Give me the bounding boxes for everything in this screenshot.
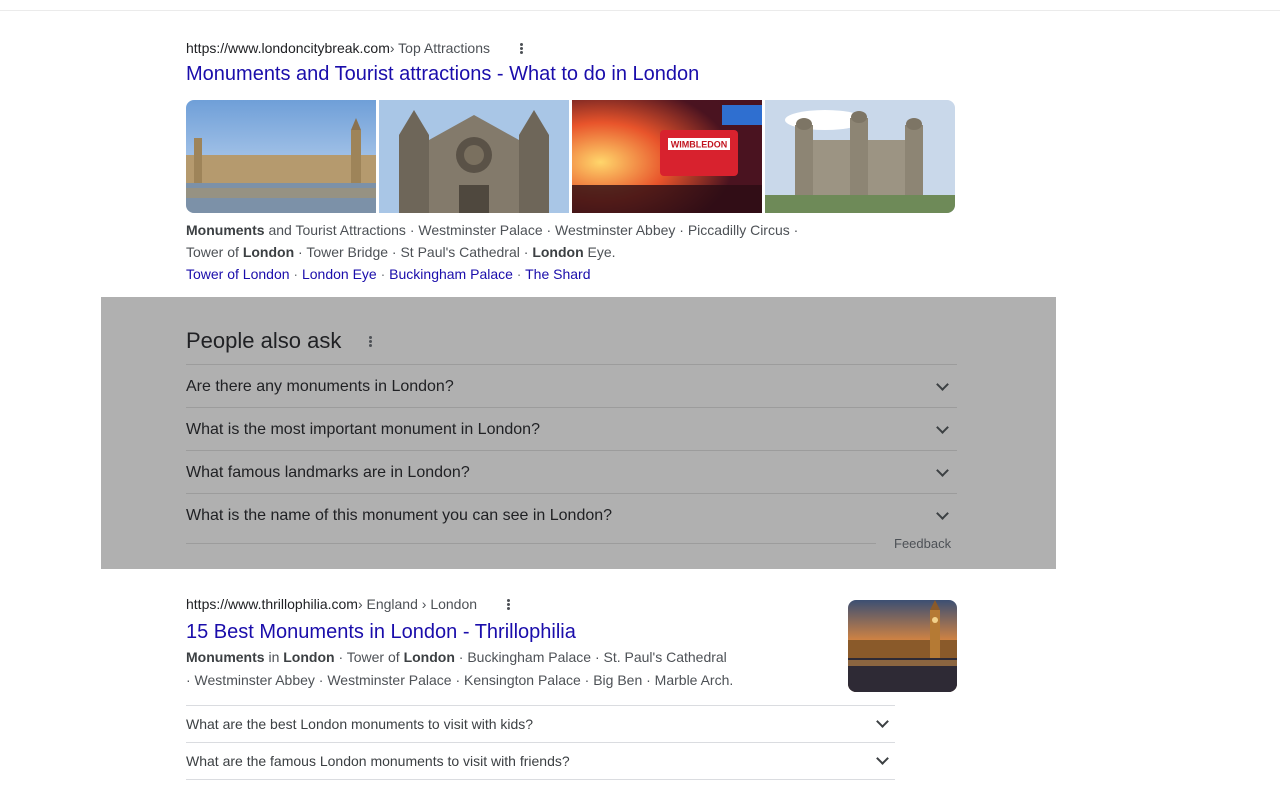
sitelink-london-eye[interactable]: London Eye [302, 266, 377, 282]
top-divider [0, 10, 1280, 11]
feedback-link[interactable]: Feedback [894, 536, 951, 551]
chevron-down-icon[interactable] [937, 511, 947, 521]
result-title-link[interactable]: 15 Best Monuments in London - Thrillophi… [186, 619, 733, 645]
result-url[interactable]: https://www.londoncitybreak.com [186, 40, 390, 56]
result-breadcrumb: › England › London [357, 596, 478, 612]
result-url-line[interactable]: https://www.londoncitybreak.com › Top At… [186, 40, 699, 56]
search-result-2: https://www.thrillophilia.com › England … [186, 596, 733, 691]
snippet-line-1: Monuments and Tourist Attractions · West… [186, 222, 799, 238]
sitelinks: Tower of London · London Eye · Buckingha… [186, 266, 591, 282]
more-options-icon[interactable] [514, 42, 528, 54]
sitelink-the-shard[interactable]: The Shard [525, 266, 590, 282]
result-url[interactable]: https://www.thrillophilia.com [186, 596, 358, 612]
image-strip: WIMBLEDON [186, 100, 955, 213]
snippet-line-1: Monuments in London · Tower of London · … [186, 649, 727, 665]
chevron-down-icon[interactable] [937, 468, 947, 478]
more-options-icon[interactable] [501, 598, 515, 610]
wimbledon-sign-text: WIMBLEDON [671, 140, 728, 150]
paa-question[interactable]: What is the most important monument in L… [186, 407, 957, 451]
snippet-line-2: · Westminster Abbey · Westminster Palace… [186, 672, 734, 688]
result-url-line[interactable]: https://www.thrillophilia.com › England … [186, 596, 733, 612]
result-breadcrumb: › Top Attractions [389, 40, 491, 56]
sitelink-tower-of-london[interactable]: Tower of London [186, 266, 290, 282]
paa-more-options-icon[interactable] [363, 335, 377, 347]
piccadilly-image[interactable]: WIMBLEDON [572, 100, 762, 213]
chevron-down-icon[interactable] [937, 382, 947, 392]
result-1-snippet: Monuments and Tourist Attractions · West… [186, 219, 798, 285]
chevron-down-icon[interactable] [937, 425, 947, 435]
result-title-link[interactable]: Monuments and Tourist attractions - What… [186, 61, 699, 87]
abbey-image[interactable] [379, 100, 569, 213]
snippet-line-2: Tower of London · Tower Bridge · St Paul… [186, 244, 616, 260]
big-ben-thumbnail[interactable] [848, 600, 957, 692]
related-question[interactable]: What are the famous London monuments to … [186, 742, 895, 780]
tower-image[interactable] [765, 100, 955, 213]
related-question[interactable]: What are the best London monuments to vi… [186, 705, 895, 742]
sitelink-buckingham-palace[interactable]: Buckingham Palace [389, 266, 513, 282]
paa-question[interactable]: What famous landmarks are in London? [186, 450, 957, 494]
chevron-down-icon[interactable] [877, 719, 887, 729]
paa-heading: People also ask [186, 328, 377, 354]
chevron-down-icon[interactable] [877, 756, 887, 766]
parliament-image[interactable] [186, 100, 376, 213]
paa-divider [186, 543, 876, 544]
paa-question[interactable]: Are there any monuments in London? [186, 364, 957, 408]
search-result-1: https://www.londoncitybreak.com › Top At… [186, 40, 699, 87]
paa-question[interactable]: What is the name of this monument you ca… [186, 493, 957, 537]
